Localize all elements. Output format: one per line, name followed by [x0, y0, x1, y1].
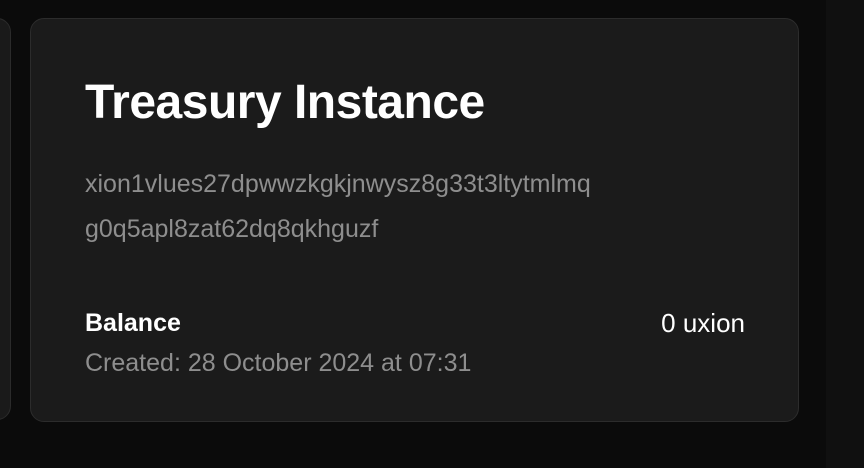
balance-row: Balance 0 uxion: [85, 303, 745, 343]
card-title: Treasury Instance: [85, 76, 485, 129]
address-line-2: g0q5apl8zat62dq8qkhguzf: [85, 215, 379, 243]
treasury-instance-card[interactable]: Treasury Instance xion1vlues27dpwwzkgkjn…: [30, 18, 799, 422]
next-panel-edge: [826, 0, 864, 468]
created-date: Created: 28 October 2024 at 07:31: [85, 349, 472, 377]
contract-address: xion1vlues27dpwwzkgkjnwysz8g33t3ltytmlmq…: [85, 162, 755, 252]
previous-card-edge[interactable]: [0, 18, 11, 420]
balance-label: Balance: [85, 308, 181, 337]
balance-value: 0 uxion: [661, 307, 745, 338]
address-line-1: xion1vlues27dpwwzkgkjnwysz8g33t3ltytmlmq: [85, 170, 591, 198]
